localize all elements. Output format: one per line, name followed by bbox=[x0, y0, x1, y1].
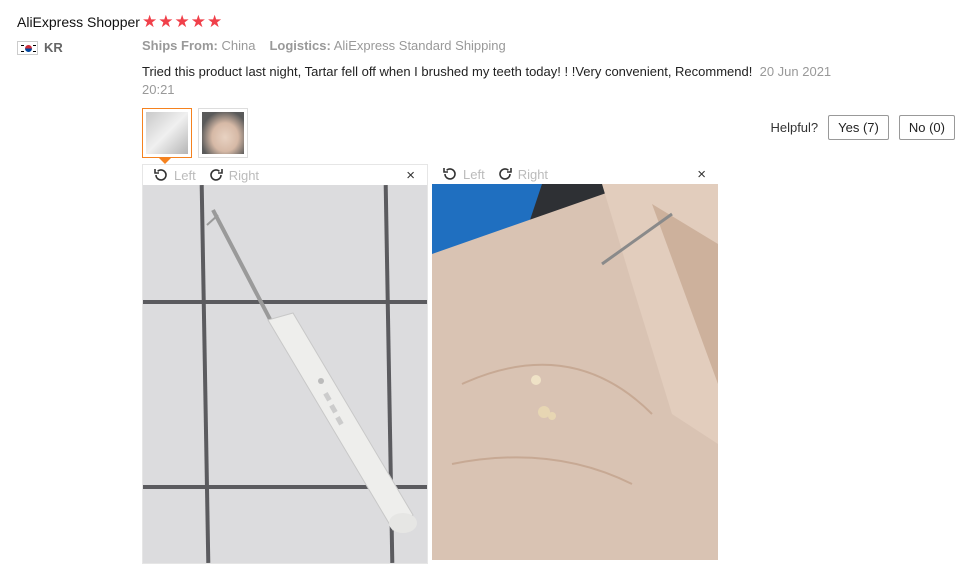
rotate-left-button[interactable]: Left bbox=[153, 167, 196, 183]
helpful-no-button[interactable]: No (0) bbox=[898, 115, 955, 140]
review-photo-toothbrush bbox=[143, 185, 427, 563]
viewer-toolbar: Left Right × bbox=[143, 165, 427, 185]
thumbnail-image bbox=[202, 112, 244, 154]
star-icon: ★ bbox=[158, 12, 174, 31]
star-icon: ★ bbox=[190, 12, 206, 31]
rotate-left-icon bbox=[443, 168, 456, 180]
reviewer-name: AliExpress Shopper bbox=[17, 14, 140, 30]
shipping-meta: Ships From: China Logistics: AliExpress … bbox=[142, 38, 506, 53]
review-photo-hand bbox=[432, 184, 718, 560]
toothbrush-drawing bbox=[206, 209, 417, 533]
review-body: Tried this product last night, Tartar fe… bbox=[142, 63, 842, 99]
rotate-right-button[interactable]: Right bbox=[208, 167, 259, 183]
rotate-right-button[interactable]: Right bbox=[497, 166, 548, 182]
star-icon: ★ bbox=[207, 12, 223, 31]
helpful-label: Helpful? bbox=[770, 120, 819, 135]
star-icon: ★ bbox=[142, 12, 158, 31]
image-viewer-2: Left Right × bbox=[432, 164, 718, 560]
review-thumbnails bbox=[142, 108, 248, 164]
hand-drawing bbox=[432, 184, 718, 560]
rotate-right-icon bbox=[209, 169, 223, 181]
country-code: KR bbox=[44, 40, 63, 55]
thumbnail-1[interactable] bbox=[142, 108, 192, 164]
image-viewer-1: Left Right × bbox=[142, 164, 428, 564]
star-icon: ★ bbox=[174, 12, 190, 31]
viewer-toolbar: Left Right × bbox=[432, 164, 718, 184]
helpful-yes-button[interactable]: Yes (7) bbox=[828, 115, 889, 140]
rotate-right-icon bbox=[498, 168, 512, 180]
review-text: Tried this product last night, Tartar fe… bbox=[142, 64, 753, 79]
ships-from: Ships From: China bbox=[142, 38, 256, 53]
rating-stars: ★ ★ ★ ★ ★ bbox=[142, 12, 222, 32]
logistics: Logistics: AliExpress Standard Shipping bbox=[269, 38, 506, 53]
thumbnail-2[interactable] bbox=[198, 108, 248, 158]
reviewer-country: KR bbox=[17, 40, 63, 55]
thumbnail-image bbox=[146, 112, 188, 154]
helpful-section: Helpful? Yes (7) No (0) bbox=[770, 115, 955, 140]
close-icon[interactable]: × bbox=[697, 166, 706, 183]
korea-flag-icon bbox=[17, 40, 38, 55]
rotate-left-icon bbox=[154, 169, 167, 181]
close-icon[interactable]: × bbox=[406, 167, 415, 184]
rotate-left-button[interactable]: Left bbox=[442, 166, 485, 182]
